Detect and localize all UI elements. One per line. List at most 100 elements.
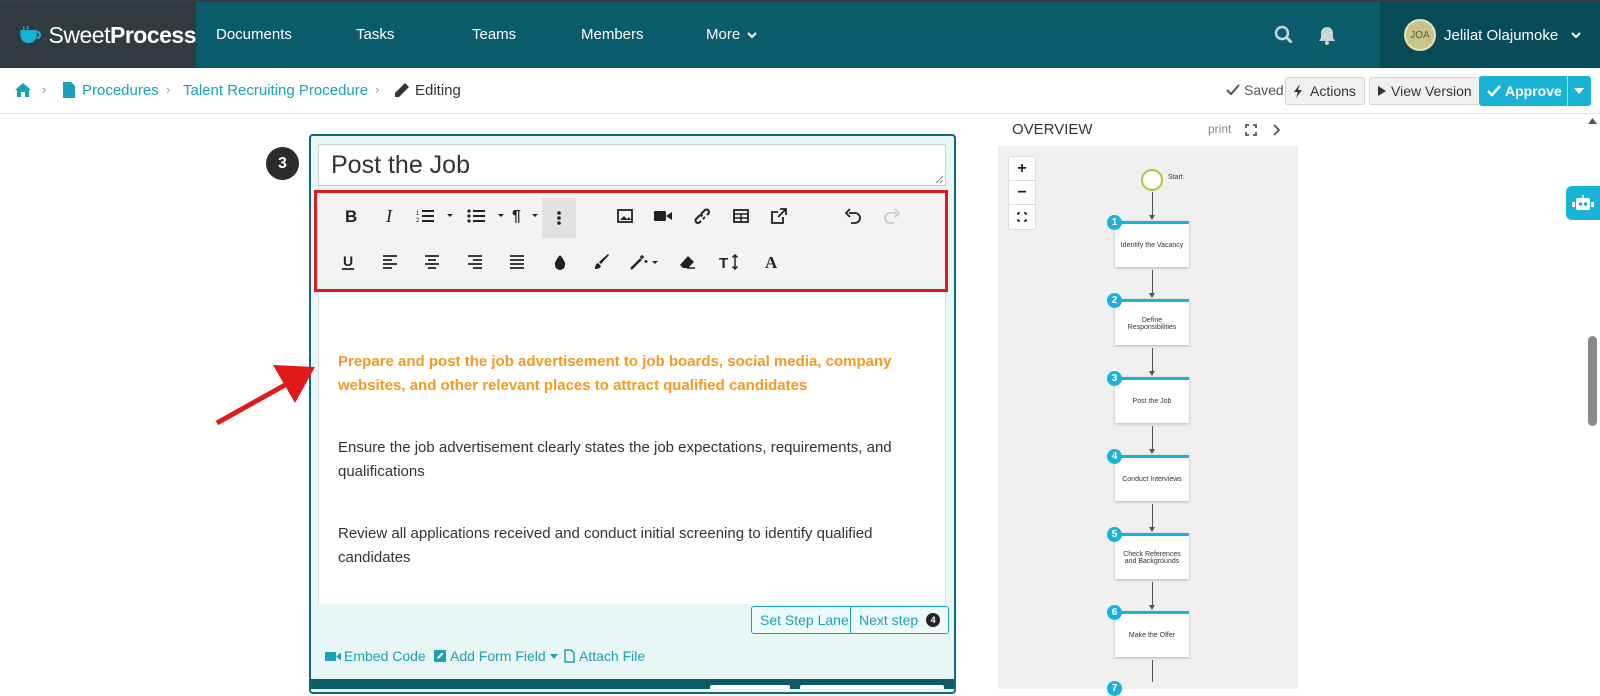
approve-button[interactable]: Approve [1479, 76, 1591, 106]
breadcrumb-separator: › [375, 82, 380, 97]
saved-status: Saved [1226, 82, 1284, 98]
video-icon [325, 651, 341, 661]
edit-square-icon [434, 650, 446, 662]
scrollbar-thumb[interactable] [1588, 336, 1597, 426]
scroll-up-icon[interactable] [1588, 118, 1597, 124]
flow-node-4[interactable]: Conduct Interviews [1115, 455, 1189, 501]
step-number-badge: 3 [266, 147, 299, 180]
flow-arrow [1149, 215, 1155, 220]
document-icon [63, 82, 75, 98]
app-logo[interactable]: SweetProcess [0, 2, 197, 68]
step-content-editor[interactable]: Prepare and post the job advertisement t… [318, 292, 946, 604]
flow-node-number: 1 [1107, 215, 1122, 230]
nav-more-label: More [706, 26, 741, 43]
print-link[interactable]: print [1208, 122, 1231, 136]
flow-node-number: 2 [1107, 293, 1122, 308]
search-button[interactable] [1274, 2, 1294, 68]
flow-node-number: 3 [1107, 371, 1122, 386]
resize-handle-icon[interactable] [934, 174, 944, 184]
play-icon [1378, 86, 1386, 96]
highlighted-paragraph: Prepare and post the job advertisement t… [338, 353, 892, 394]
overview-title: OVERVIEW [1012, 121, 1093, 138]
flow-connector [1152, 660, 1153, 682]
flow-start-label: Start [1168, 174, 1183, 181]
embed-code-link[interactable]: Embed Code [325, 648, 426, 664]
chevron-down-icon [747, 32, 757, 39]
content-paragraph: Ensure the job advertisement clearly sta… [338, 439, 892, 480]
next-step-number: 4 [926, 613, 941, 627]
approve-label: Approve [1505, 83, 1562, 99]
sweetprocess-cup-icon [20, 25, 42, 44]
overview-header: OVERVIEW print [998, 116, 1298, 146]
flow-node-6[interactable]: Make the Offer [1115, 611, 1189, 657]
nav-tasks[interactable]: Tasks [356, 2, 394, 68]
attach-file-label: Attach File [579, 648, 646, 664]
step-title-input[interactable]: Post the Job [318, 144, 946, 186]
flow-node-5[interactable]: Check References and Backgrounds [1115, 533, 1189, 579]
breadcrumb-separator: › [166, 82, 171, 97]
breadcrumb-procedure-name[interactable]: Talent Recruiting Procedure [183, 82, 368, 99]
split-divider [1567, 76, 1568, 106]
caret-down-icon[interactable] [1574, 88, 1584, 94]
editor-bottom-bar [311, 679, 954, 689]
chevron-down-icon [1571, 32, 1581, 39]
actions-label: Actions [1310, 83, 1356, 99]
search-icon [1274, 25, 1293, 44]
view-version-button[interactable]: View Version [1369, 77, 1481, 105]
flow-arrow [1149, 371, 1155, 376]
nav-more[interactable]: More [706, 2, 758, 68]
bell-icon [1319, 27, 1335, 45]
avatar: JOA [1404, 19, 1436, 51]
fit-screen-icon [1017, 212, 1027, 222]
user-menu[interactable]: JOA Jelilat Olajumoke [1380, 2, 1600, 68]
next-step-label: Next step [859, 612, 919, 628]
flow-node-3[interactable]: Post the Job [1115, 377, 1189, 423]
flow-arrow [1149, 293, 1155, 298]
breadcrumb-bar: › Procedures › Talent Recruiting Procedu… [0, 68, 1600, 114]
top-navbar: SweetProcess Documents Tasks Teams Membe… [0, 0, 1600, 68]
nav-teams[interactable]: Teams [472, 2, 516, 68]
file-icon [564, 649, 575, 663]
breadcrumb-separator: › [42, 82, 47, 97]
flow-arrow [1149, 527, 1155, 532]
flow-start-node [1141, 169, 1163, 191]
zoom-controls: + − [1008, 156, 1036, 230]
user-name: Jelilat Olajumoke [1444, 26, 1559, 44]
add-form-field-link[interactable]: Add Form Field [434, 648, 558, 664]
zoom-in-button[interactable]: + [1009, 157, 1035, 181]
home-icon[interactable] [14, 82, 32, 98]
flow-arrow [1149, 449, 1155, 454]
content-paragraph: Review all applications received and con… [338, 525, 873, 566]
flow-arrow [1149, 605, 1155, 610]
annotation-arrow-icon [215, 365, 315, 426]
pencil-icon [395, 83, 409, 97]
check-icon [1226, 84, 1240, 96]
actions-button[interactable]: Actions [1285, 77, 1365, 105]
attach-file-link[interactable]: Attach File [564, 648, 645, 664]
set-step-lane-button[interactable]: Set Step Lane [751, 606, 858, 634]
flow-node-2[interactable]: Define Responsibilities [1115, 299, 1189, 345]
check-icon [1487, 85, 1501, 97]
zoom-out-button[interactable]: − [1009, 181, 1035, 205]
saved-label: Saved [1244, 82, 1284, 98]
robot-icon [1572, 195, 1594, 210]
toolbar-highlight-annotation [314, 190, 948, 292]
flow-node-number: 4 [1107, 449, 1122, 464]
chatbot-button[interactable] [1566, 186, 1600, 220]
fit-view-button[interactable] [1009, 205, 1035, 229]
logo-text: SweetProcess [48, 21, 197, 48]
expand-icon[interactable] [1245, 124, 1257, 136]
embed-code-label: Embed Code [344, 648, 426, 664]
chevron-right-icon[interactable] [1272, 124, 1280, 136]
flow-node-1[interactable]: Identify the Vacancy [1115, 221, 1189, 267]
next-step-button[interactable]: Next step 4 [850, 606, 950, 634]
notifications-button[interactable] [1318, 2, 1336, 68]
view-version-label: View Version [1391, 83, 1472, 99]
flow-node-number: 5 [1107, 527, 1122, 542]
nav-documents[interactable]: Documents [216, 2, 292, 68]
breadcrumb-editing: Editing [415, 82, 461, 99]
breadcrumb-procedures[interactable]: Procedures [82, 82, 159, 99]
nav-members[interactable]: Members [581, 2, 644, 68]
add-form-field-label: Add Form Field [450, 648, 546, 664]
lightning-icon [1294, 84, 1302, 98]
